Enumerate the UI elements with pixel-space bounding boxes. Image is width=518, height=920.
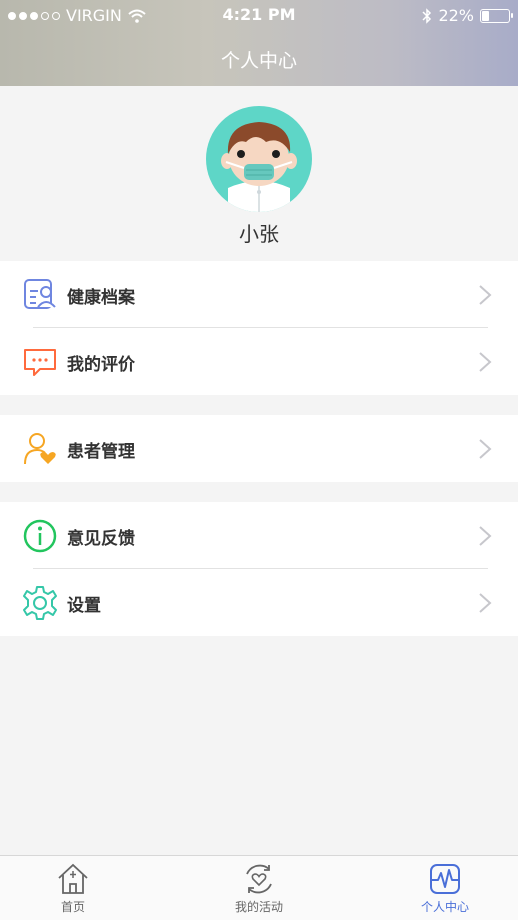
doctor-avatar-icon xyxy=(221,122,297,212)
header: VIRGIN 4:21 PM 22% 个人中心 xyxy=(0,0,518,86)
health-records-label: 健康档案 xyxy=(67,288,135,308)
chevron-right-icon xyxy=(479,526,492,546)
patient-heart-icon xyxy=(24,433,56,465)
menu-item-settings[interactable]: 设置 xyxy=(0,569,518,636)
chevron-right-icon xyxy=(479,439,492,459)
feedback-label: 意见反馈 xyxy=(67,529,135,549)
chevron-right-icon xyxy=(479,352,492,372)
menu-group-records: 健康档案 我的评价 xyxy=(0,261,518,395)
page-title: 个人中心 xyxy=(220,50,297,72)
info-icon xyxy=(23,519,57,553)
battery-percent: 22% xyxy=(438,6,474,25)
status-bar: VIRGIN 4:21 PM 22% xyxy=(0,0,518,32)
menu-group-patients: 患者管理 xyxy=(0,415,518,482)
screen: VIRGIN 4:21 PM 22% 个人中心 小张 健康档案 我的评价 患者管… xyxy=(0,0,518,920)
tab-home-label: 首页 xyxy=(60,900,85,914)
status-right: 22% xyxy=(422,6,513,25)
battery-icon xyxy=(480,8,513,23)
tab-my-activities-label: 我的活动 xyxy=(234,900,283,914)
menu-group-system: 意见反馈 设置 xyxy=(0,502,518,636)
tab-personal-center[interactable]: 个人中心 xyxy=(385,862,505,915)
gear-icon xyxy=(23,586,57,620)
menu-item-patient-management[interactable]: 患者管理 xyxy=(0,415,518,482)
menu-item-health-records[interactable]: 健康档案 xyxy=(0,261,518,328)
pulse-monitor-icon xyxy=(430,864,460,894)
settings-label: 设置 xyxy=(67,596,101,616)
health-records-icon xyxy=(24,279,56,309)
avatar[interactable] xyxy=(206,106,312,212)
menu-item-feedback[interactable]: 意见反馈 xyxy=(0,502,518,569)
chevron-right-icon xyxy=(479,593,492,613)
my-reviews-label: 我的评价 xyxy=(67,355,135,375)
tab-home[interactable]: 首页 xyxy=(13,862,133,915)
bluetooth-icon xyxy=(422,7,432,24)
heart-cycle-icon xyxy=(246,864,272,894)
tab-personal-center-label: 个人中心 xyxy=(420,900,469,914)
username: 小张 xyxy=(239,222,279,246)
patient-management-label: 患者管理 xyxy=(67,442,135,462)
chevron-right-icon xyxy=(479,285,492,305)
tab-my-activities[interactable]: 我的活动 xyxy=(199,862,319,915)
menu-item-my-reviews[interactable]: 我的评价 xyxy=(0,328,518,395)
tab-bar: 首页 我的活动 个人中心 xyxy=(0,855,518,920)
home-icon xyxy=(58,863,88,894)
comment-icon xyxy=(24,349,56,376)
